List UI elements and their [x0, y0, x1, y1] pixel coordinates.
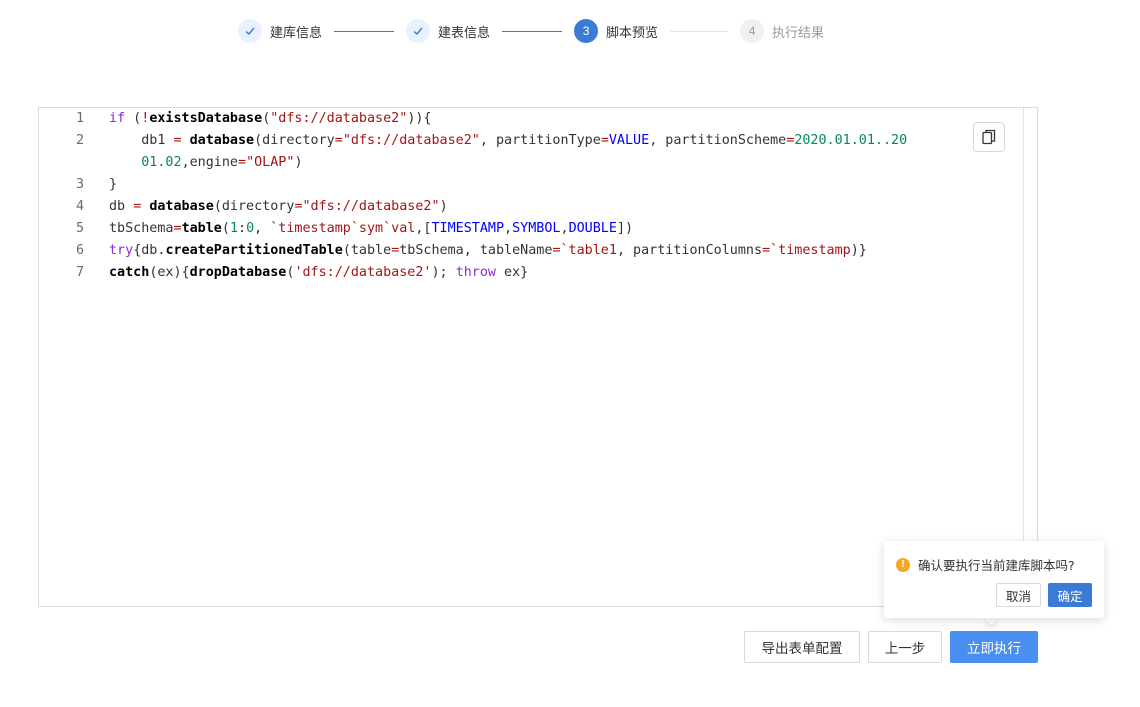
- code-line: 3 }: [39, 174, 1023, 196]
- code-line-wrap: 01.02,engine="OLAP"): [39, 152, 1023, 174]
- step-4-number: 4: [740, 19, 765, 43]
- copy-button[interactable]: [973, 122, 1005, 152]
- step-3: 3 脚本预览: [574, 19, 658, 43]
- warning-icon: !: [896, 557, 910, 572]
- code-line: 6 try{db.createPartitionedTable(table=tb…: [39, 240, 1023, 262]
- execute-now-button[interactable]: 立即执行: [950, 631, 1038, 663]
- step-4: 4 执行结果: [740, 19, 824, 43]
- code-line: 2 db1 = database(directory="dfs://databa…: [39, 130, 1023, 152]
- copy-icon: [982, 129, 996, 145]
- line-number: 7: [75, 265, 84, 280]
- code-line: 4 db = database(directory="dfs://databas…: [39, 196, 1023, 218]
- code-text: }: [109, 177, 118, 192]
- code-content[interactable]: 1 if (!existsDatabase("dfs://database2")…: [39, 108, 1023, 606]
- code-text: try{db.createPartitionedTable(table=tbSc…: [109, 243, 867, 258]
- step-4-label: 执行结果: [772, 25, 825, 41]
- step-1-label: 建库信息: [270, 25, 323, 41]
- popover-cancel-button[interactable]: 取消: [996, 583, 1041, 607]
- confirm-popover: ! 确认要执行当前建库脚本吗? 取消 确定: [884, 541, 1104, 618]
- step-1-check-icon: [238, 19, 262, 43]
- line-number: 3: [75, 177, 84, 192]
- line-number: 4: [75, 199, 84, 214]
- code-text: 01.02,engine="OLAP"): [141, 155, 303, 170]
- popover-message: ! 确认要执行当前建库脚本吗?: [896, 555, 1075, 574]
- step-connector: [670, 30, 729, 32]
- code-text: catch(ex){dropDatabase('dfs://database2'…: [109, 265, 529, 280]
- code-text: db1 = database(directory="dfs://database…: [109, 133, 908, 148]
- code-text: tbSchema=table(1:0, `timestamp`sym`val,[…: [109, 221, 634, 236]
- step-2-check-icon: [406, 19, 431, 43]
- step-2-label: 建表信息: [438, 25, 491, 41]
- steps-bar: 建库信息 建表信息 3 脚本预览 4 执行结果: [238, 18, 824, 44]
- code-text: if (!existsDatabase("dfs://database2")){: [109, 111, 432, 126]
- previous-step-button[interactable]: 上一步: [868, 631, 942, 663]
- code-line: 7 catch(ex){dropDatabase('dfs://database…: [39, 262, 1023, 284]
- editor-scrollbar[interactable]: [1023, 108, 1037, 606]
- export-config-button[interactable]: 导出表单配置: [744, 631, 860, 663]
- step-3-label: 脚本预览: [606, 25, 659, 41]
- line-number: 5: [75, 221, 84, 236]
- step-1: 建库信息: [238, 19, 322, 43]
- code-editor[interactable]: 1 if (!existsDatabase("dfs://database2")…: [38, 107, 1038, 607]
- code-line: 1 if (!existsDatabase("dfs://database2")…: [39, 108, 1023, 130]
- step-3-number: 3: [574, 19, 599, 43]
- line-number: 2: [75, 133, 84, 148]
- popover-text: 确认要执行当前建库脚本吗?: [918, 558, 1075, 573]
- step-connector: [502, 30, 563, 32]
- step-2: 建表信息: [406, 19, 490, 43]
- line-number: 1: [75, 111, 84, 126]
- step-connector: [334, 30, 395, 32]
- line-number: 6: [75, 243, 84, 258]
- popover-confirm-button[interactable]: 确定: [1048, 583, 1092, 607]
- code-text: db = database(directory="dfs://database2…: [109, 199, 448, 214]
- code-line: 5 tbSchema=table(1:0, `timestamp`sym`val…: [39, 218, 1023, 240]
